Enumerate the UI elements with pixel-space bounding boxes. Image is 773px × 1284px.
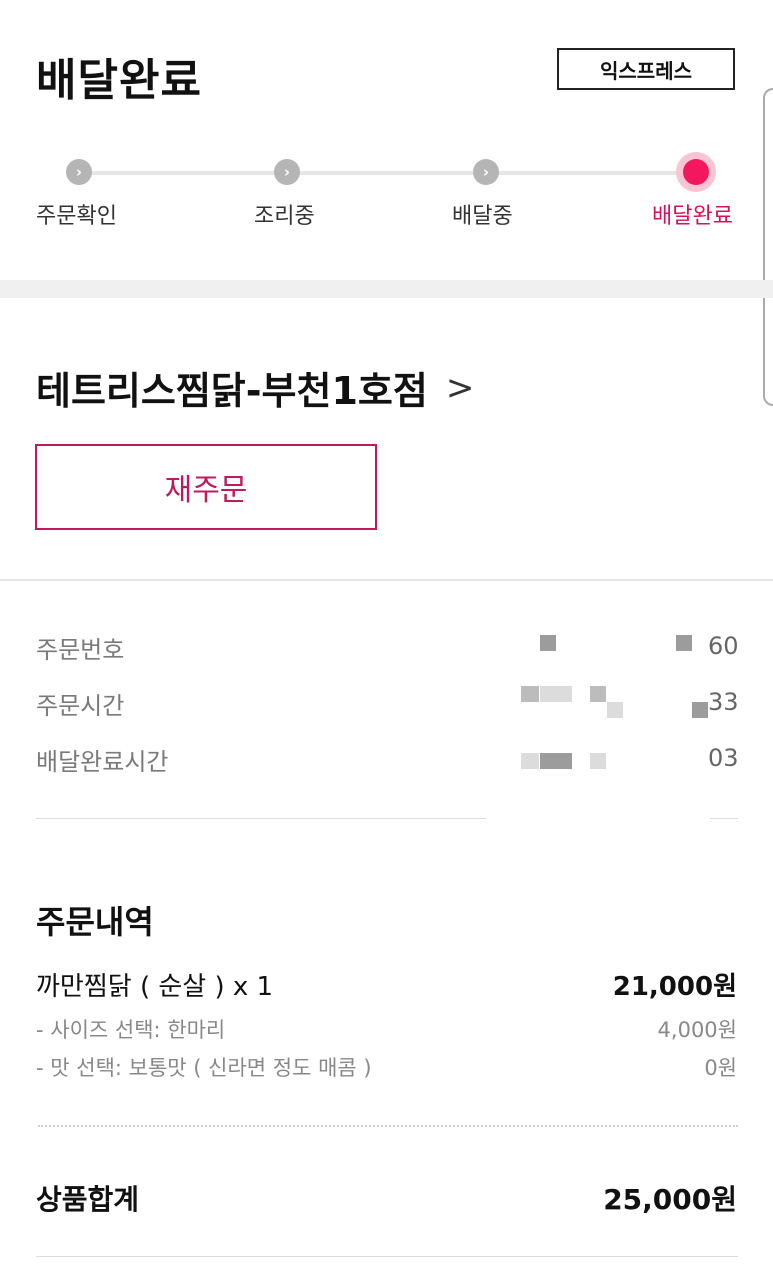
chevron-right-icon: > [445, 367, 475, 408]
reorder-button[interactable]: 재주문 [35, 444, 377, 530]
step-ordered-chevron-icon: › [66, 159, 92, 185]
redacted-delivered-time-part [590, 753, 606, 769]
store-name: 테트리스찜닭-부천1호점 [36, 369, 428, 413]
order-number-label: 주문번호 [36, 636, 125, 664]
redacted-order-time-part [540, 686, 572, 702]
delivered-time-suffix: 03 [708, 744, 739, 772]
step-label-ordered: 주문확인 [36, 204, 117, 229]
divider [36, 818, 486, 819]
order-number-suffix: 60 [708, 632, 739, 660]
menu-item-name: 까만찜닭 ( 순살 ) x 1 [36, 972, 274, 1002]
subtotal-value: 25,000원 [603, 1183, 737, 1216]
divider [0, 579, 773, 581]
step-cooking-chevron-icon: › [274, 159, 300, 185]
redacted-order-number [540, 635, 556, 651]
side-drawer-handle[interactable] [763, 88, 773, 406]
delivered-time-label: 배달완료시간 [36, 748, 169, 776]
step-label-delivered: 배달완료 [652, 204, 733, 229]
redacted-order-time [521, 686, 539, 702]
redacted-order-time-part [607, 702, 623, 718]
redacted-delivered-time-part [540, 753, 572, 769]
option-size-label: - 사이즈 선택: 한마리 [36, 1018, 226, 1042]
order-time-label: 주문시간 [36, 692, 125, 720]
dotted-divider [38, 1125, 738, 1127]
redacted-order-time-part [590, 686, 606, 702]
page-title: 배달완료 [36, 55, 202, 106]
menu-item-price: 21,000원 [612, 972, 737, 1002]
order-time-suffix: 33 [708, 688, 739, 716]
option-size-price: 4,000원 [657, 1018, 737, 1042]
redacted-delivered-time [521, 753, 539, 769]
option-flavor-label: - 맛 선택: 보통맛 ( 신라면 정도 매콤 ) [36, 1056, 372, 1080]
subtotal-label: 상품합계 [36, 1183, 140, 1216]
divider [36, 1256, 738, 1257]
redacted-order-number-part [676, 635, 692, 651]
step-delivered-active-dot-icon [683, 159, 709, 185]
progress-track [79, 171, 697, 175]
section-separator-band [0, 280, 773, 298]
redacted-order-time-part [692, 702, 708, 718]
store-link[interactable]: 테트리스찜닭-부천1호점 > [36, 360, 474, 415]
step-delivering-chevron-icon: › [473, 159, 499, 185]
option-flavor-price: 0원 [704, 1056, 737, 1080]
express-badge-button[interactable]: 익스프레스 [557, 48, 735, 90]
step-label-cooking: 조리중 [254, 204, 315, 229]
divider [710, 818, 738, 819]
step-label-delivering: 배달중 [452, 204, 513, 229]
order-details-title: 주문내역 [36, 903, 154, 941]
